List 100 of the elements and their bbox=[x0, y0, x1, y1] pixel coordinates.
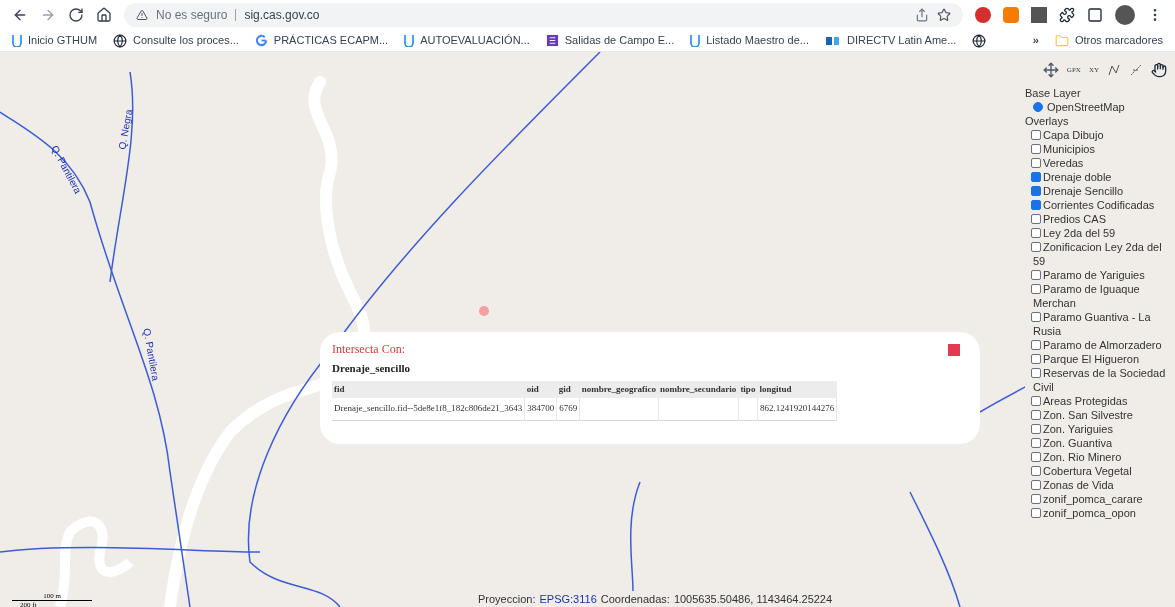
overlay-option[interactable]: Capa Dibujo bbox=[1025, 128, 1175, 142]
bookmark[interactable]: Consulte los proces... bbox=[113, 32, 239, 49]
overlay-option[interactable]: zonif_pomca_carare bbox=[1025, 492, 1175, 506]
back-icon[interactable] bbox=[12, 7, 28, 23]
column-header: gid bbox=[556, 380, 580, 398]
checkbox[interactable] bbox=[1031, 200, 1041, 210]
checkbox[interactable] bbox=[1031, 354, 1041, 364]
overlay-option[interactable]: Cobertura Vegetal bbox=[1025, 464, 1175, 478]
table-cell: 6769 bbox=[556, 398, 580, 420]
checkbox[interactable] bbox=[1031, 312, 1041, 322]
tv-logo-icon bbox=[824, 34, 841, 47]
checkbox[interactable] bbox=[1031, 452, 1041, 462]
column-header: oid bbox=[524, 380, 557, 398]
bookmark[interactable]: Inicio GTHUM bbox=[12, 32, 98, 49]
map-label: Q. Pantilera bbox=[140, 327, 163, 382]
table-cell: Drenaje_sencillo.fid--5de8e1f8_182c806de21_3643 bbox=[332, 398, 525, 420]
reload-icon[interactable] bbox=[68, 7, 84, 23]
bookmark[interactable]: PRÁCTICAS ECAPM... bbox=[254, 32, 389, 49]
checkbox[interactable] bbox=[1031, 424, 1041, 434]
overlay-option[interactable]: Paramo de Iguaque Merchan bbox=[1025, 282, 1175, 310]
overlay-option[interactable]: Zon. Guantiva bbox=[1025, 436, 1175, 450]
bookmark[interactable]: DIRECTV Latin Ame... bbox=[824, 32, 957, 49]
home-icon[interactable] bbox=[96, 7, 112, 23]
column-header: nombre_secundario bbox=[658, 380, 739, 398]
bookmark[interactable] bbox=[972, 33, 987, 48]
overlay-option[interactable]: zonif_pomca_opon bbox=[1025, 506, 1175, 520]
overlay-option[interactable]: Predios CAS bbox=[1025, 212, 1175, 226]
overlay-option[interactable]: Paramo de Almorzadero bbox=[1025, 338, 1175, 352]
overlay-option[interactable]: Zon. San Silvestre bbox=[1025, 408, 1175, 422]
cup-icon bbox=[690, 34, 701, 47]
projection-link[interactable]: EPSG:3116 bbox=[539, 590, 597, 607]
overlay-option[interactable]: Corrientes Codificadas bbox=[1025, 198, 1175, 212]
location-marker bbox=[479, 306, 489, 316]
cup-icon bbox=[404, 34, 415, 47]
bookmark[interactable]: Listado Maestro de... bbox=[690, 32, 809, 49]
pan-tool-icon[interactable] bbox=[1042, 62, 1059, 78]
extension-icon[interactable] bbox=[975, 7, 991, 23]
overlay-option[interactable]: Ley 2da del 59 bbox=[1025, 226, 1175, 240]
bookmark-folder[interactable]: Otros marcadores bbox=[1054, 32, 1163, 49]
base-layer-option[interactable]: OpenStreetMap bbox=[1025, 100, 1175, 114]
overlay-option[interactable]: Veredas bbox=[1025, 156, 1175, 170]
overlay-option[interactable]: Drenaje doble bbox=[1025, 170, 1175, 184]
hand-icon[interactable] bbox=[1151, 62, 1167, 78]
address-bar[interactable]: No es seguro sig.cas.gov.co bbox=[124, 3, 963, 27]
checkbox[interactable] bbox=[1031, 172, 1041, 182]
draw-line-icon[interactable] bbox=[1107, 63, 1121, 77]
checkbox[interactable] bbox=[1031, 228, 1041, 238]
layer-name: Drenaje_sencillo bbox=[332, 361, 411, 376]
checkbox[interactable] bbox=[1031, 396, 1041, 406]
checkbox[interactable] bbox=[1031, 284, 1041, 294]
warning-icon bbox=[136, 9, 148, 21]
column-header: fid bbox=[332, 380, 525, 398]
share-icon[interactable] bbox=[915, 8, 929, 22]
checkbox[interactable] bbox=[1031, 368, 1041, 378]
bookmark[interactable]: Salidas de Campo E... bbox=[545, 32, 675, 49]
overlay-option[interactable]: Drenaje Sencillo bbox=[1025, 184, 1175, 198]
forward-icon[interactable] bbox=[40, 7, 56, 23]
avatar-icon[interactable] bbox=[1115, 5, 1135, 25]
section-title: Base Layer bbox=[1025, 86, 1082, 100]
checkbox[interactable] bbox=[1031, 508, 1041, 518]
extensions-icon[interactable] bbox=[1059, 7, 1075, 23]
checkbox[interactable] bbox=[1031, 466, 1041, 476]
overlay-option[interactable]: Zon. Yariguies bbox=[1025, 422, 1175, 436]
overlay-option[interactable]: Municipios bbox=[1025, 142, 1175, 156]
section-title: Overlays bbox=[1025, 114, 1070, 128]
checkbox[interactable] bbox=[1031, 480, 1041, 490]
more-bookmarks[interactable]: » bbox=[1032, 32, 1039, 49]
draw-line-icon[interactable] bbox=[1129, 63, 1143, 77]
url-text: sig.cas.gov.co bbox=[244, 7, 320, 24]
checkbox[interactable] bbox=[1031, 438, 1041, 448]
overlay-option[interactable]: Paramo Guantiva - La Rusia bbox=[1025, 310, 1175, 338]
bookmark-star-icon[interactable] bbox=[937, 8, 951, 22]
checkbox[interactable] bbox=[1031, 158, 1041, 168]
overlay-option[interactable]: Parque El Higueron bbox=[1025, 352, 1175, 366]
folder-icon bbox=[1054, 33, 1069, 48]
checkbox[interactable] bbox=[1031, 270, 1041, 280]
checkbox[interactable] bbox=[1031, 186, 1041, 196]
globe-icon bbox=[113, 33, 128, 48]
checkbox[interactable] bbox=[1031, 144, 1041, 154]
column-header: nombre_geografico bbox=[579, 380, 659, 398]
overlay-option[interactable]: Zon. Rio Minero bbox=[1025, 450, 1175, 464]
globe-icon bbox=[972, 33, 987, 48]
checkbox[interactable] bbox=[1031, 130, 1041, 140]
checkbox[interactable] bbox=[1031, 410, 1041, 420]
overlay-option[interactable]: Paramo de Yariguies bbox=[1025, 268, 1175, 282]
overlay-option[interactable]: Reservas de la Sociedad Civil bbox=[1025, 366, 1175, 394]
column-header: longitud bbox=[757, 380, 837, 398]
bookmark[interactable]: AUTOEVALUACIÓN... bbox=[404, 32, 530, 49]
column-header: tipo bbox=[738, 380, 758, 398]
overlay-option[interactable]: Zonificacion Ley 2da del 59 bbox=[1025, 240, 1175, 268]
checkbox[interactable] bbox=[1031, 214, 1041, 224]
overlay-option[interactable]: Zonas de Vida bbox=[1025, 478, 1175, 492]
checkbox[interactable] bbox=[1031, 494, 1041, 504]
table-cell: 862.1241920144276 bbox=[757, 398, 837, 420]
radio-button[interactable] bbox=[1033, 102, 1043, 112]
checkbox[interactable] bbox=[1031, 242, 1041, 252]
window-icon[interactable] bbox=[1087, 7, 1103, 23]
overlay-option[interactable]: Areas Protegidas bbox=[1025, 394, 1175, 408]
checkbox[interactable] bbox=[1031, 340, 1041, 350]
table-cell: 384700 bbox=[524, 398, 557, 420]
